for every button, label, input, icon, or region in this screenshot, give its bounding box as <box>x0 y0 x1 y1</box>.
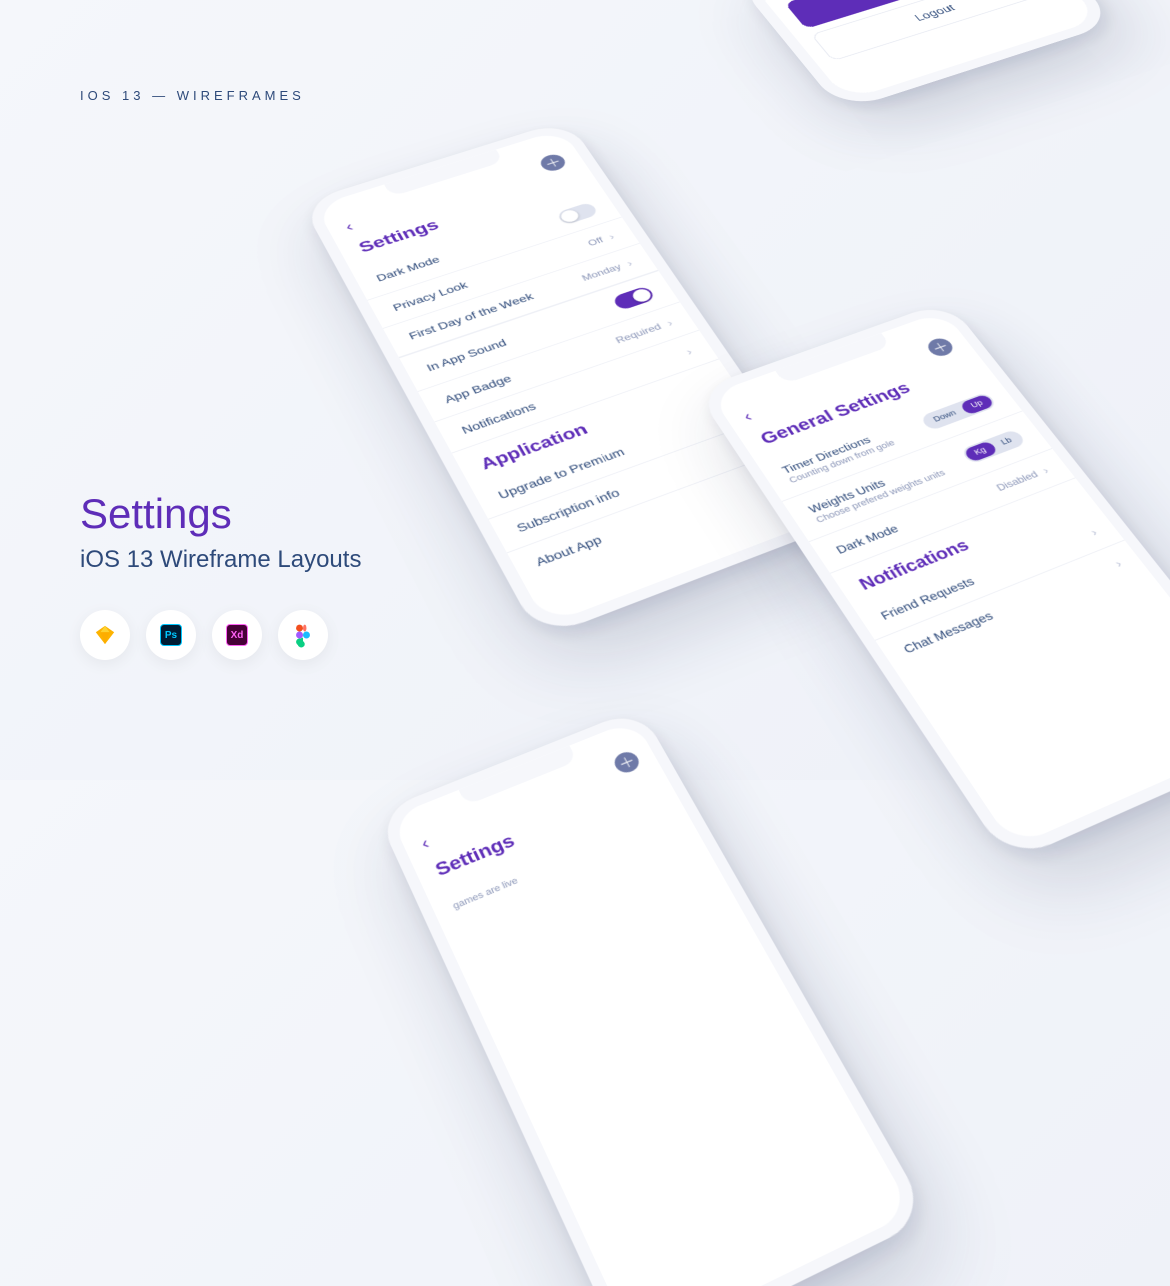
back-icon[interactable]: ‹ <box>418 834 432 853</box>
chevron-right-icon: › <box>1087 526 1100 539</box>
toggle-in-app-sound[interactable] <box>612 285 657 311</box>
chevron-right-icon: › <box>624 258 635 269</box>
back-icon[interactable]: ‹ <box>740 409 755 426</box>
phone-settings-partial: ‹ ＋ Settings games are live <box>376 708 931 1286</box>
row-value: Off <box>586 235 605 248</box>
add-icon[interactable]: ＋ <box>924 336 957 359</box>
row-value: Monday <box>580 262 623 283</box>
chevron-right-icon: › <box>1112 557 1125 570</box>
chevron-right-icon: › <box>664 317 675 329</box>
phone-general-settings: ‹ ＋ General Settings Timer Directions Co… <box>695 301 1170 863</box>
row-value: Required <box>614 321 664 345</box>
back-icon[interactable]: ‹ <box>343 220 357 235</box>
toggle-dark-mode[interactable] <box>556 202 599 226</box>
chevron-right-icon: › <box>606 231 616 242</box>
segment-weights[interactable]: Kg Lb <box>960 428 1027 464</box>
chevron-right-icon: › <box>683 346 694 358</box>
add-icon[interactable]: ＋ <box>537 152 569 173</box>
chevron-right-icon: › <box>1039 464 1051 476</box>
row-value: Disabled <box>994 469 1040 493</box>
add-icon[interactable]: ＋ <box>611 749 643 776</box>
phone-reset-logout: Reset Settings Logout <box>736 0 1117 111</box>
